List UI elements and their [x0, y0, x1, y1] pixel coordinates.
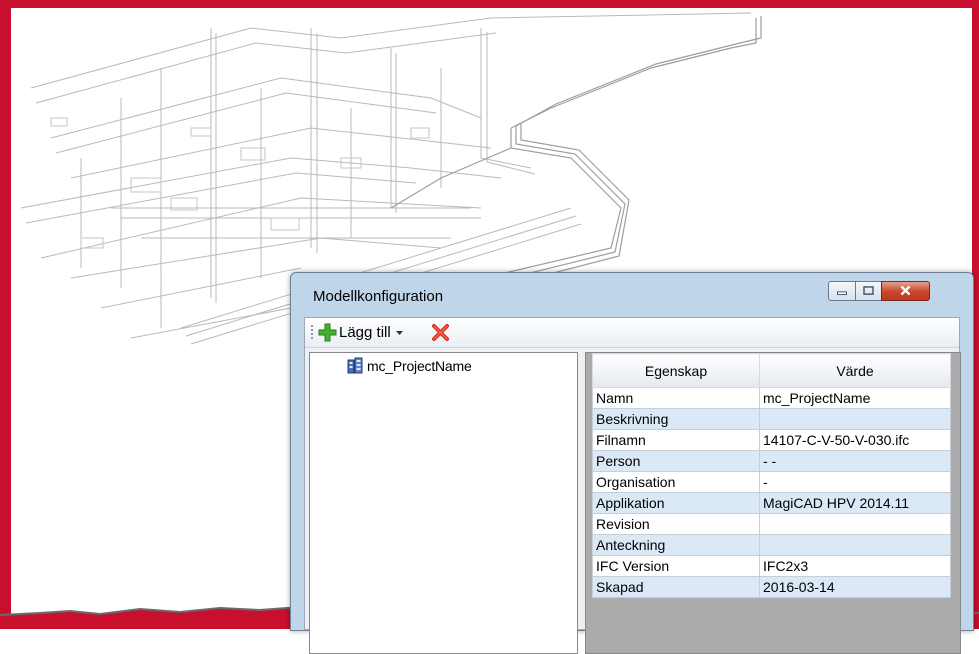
- dialog-titlebar[interactable]: Modellkonfiguration: [291, 273, 973, 313]
- property-name: Applikation: [592, 492, 760, 514]
- property-value[interactable]: IFC2x3: [759, 555, 951, 577]
- property-name: Organisation: [592, 471, 760, 493]
- close-button[interactable]: [881, 281, 930, 301]
- property-value[interactable]: - -: [759, 450, 951, 472]
- maximize-button[interactable]: [855, 281, 882, 301]
- property-value[interactable]: [759, 534, 951, 556]
- property-value[interactable]: mc_ProjectName: [759, 387, 951, 409]
- red-frame-left: [0, 0, 11, 629]
- property-table: Egenskap Värde Namn mc_ProjectName Beskr…: [592, 353, 951, 598]
- tree-item-label: mc_ProjectName: [367, 358, 472, 374]
- property-value[interactable]: MagiCAD HPV 2014.11: [759, 492, 951, 514]
- property-name: Person: [592, 450, 760, 472]
- property-value[interactable]: -: [759, 471, 951, 493]
- property-name: Filnamn: [592, 429, 760, 451]
- column-header-egenskap[interactable]: Egenskap: [592, 353, 760, 388]
- tree-item[interactable]: mc_ProjectName: [346, 357, 472, 375]
- toolbar: Lägg till: [305, 318, 959, 348]
- property-name: Skapad: [592, 576, 760, 598]
- dialog-client-area: Lägg till mc_ProjectName Egenskap Värde …: [304, 317, 961, 654]
- caret-down-icon[interactable]: [395, 328, 404, 337]
- table-row[interactable]: Anteckning: [592, 534, 951, 556]
- toolbar-grip-icon[interactable]: [310, 324, 313, 340]
- property-name: Beskrivning: [592, 408, 760, 430]
- maximize-icon: [863, 286, 874, 295]
- table-row[interactable]: Beskrivning: [592, 408, 951, 430]
- property-name: Namn: [592, 387, 760, 409]
- property-grid: Egenskap Värde Namn mc_ProjectName Beskr…: [585, 352, 961, 654]
- red-frame-top: [0, 0, 979, 8]
- property-name: IFC Version: [592, 555, 760, 577]
- column-header-varde[interactable]: Värde: [759, 353, 951, 388]
- table-row[interactable]: Applikation MagiCAD HPV 2014.11: [592, 492, 951, 514]
- table-row[interactable]: Person - -: [592, 450, 951, 472]
- model-tree: mc_ProjectName: [309, 352, 578, 654]
- property-value[interactable]: [759, 408, 951, 430]
- minimize-button[interactable]: [828, 281, 856, 301]
- table-row[interactable]: Skapad 2016-03-14: [592, 576, 951, 598]
- property-value[interactable]: [759, 513, 951, 535]
- delete-x-icon[interactable]: [431, 323, 450, 342]
- close-icon: [900, 285, 911, 296]
- add-button-label: Lägg till: [339, 324, 391, 341]
- add-button[interactable]: Lägg till: [318, 322, 404, 343]
- property-name: Anteckning: [592, 534, 760, 556]
- property-value[interactable]: 2016-03-14: [759, 576, 951, 598]
- property-name: Revision: [592, 513, 760, 535]
- table-row[interactable]: IFC Version IFC2x3: [592, 555, 951, 577]
- modellkonfiguration-dialog: Modellkonfiguration Lägg till mc_Project…: [290, 272, 974, 654]
- table-row[interactable]: Filnamn 14107-C-V-50-V-030.ifc: [592, 429, 951, 451]
- table-row[interactable]: Organisation -: [592, 471, 951, 493]
- plus-icon: [318, 323, 337, 342]
- building-model-icon: [347, 357, 363, 374]
- table-row[interactable]: Revision: [592, 513, 951, 535]
- property-value[interactable]: 14107-C-V-50-V-030.ifc: [759, 429, 951, 451]
- minimize-icon: [837, 291, 847, 296]
- table-row[interactable]: Namn mc_ProjectName: [592, 387, 951, 409]
- dialog-title: Modellkonfiguration: [313, 288, 444, 305]
